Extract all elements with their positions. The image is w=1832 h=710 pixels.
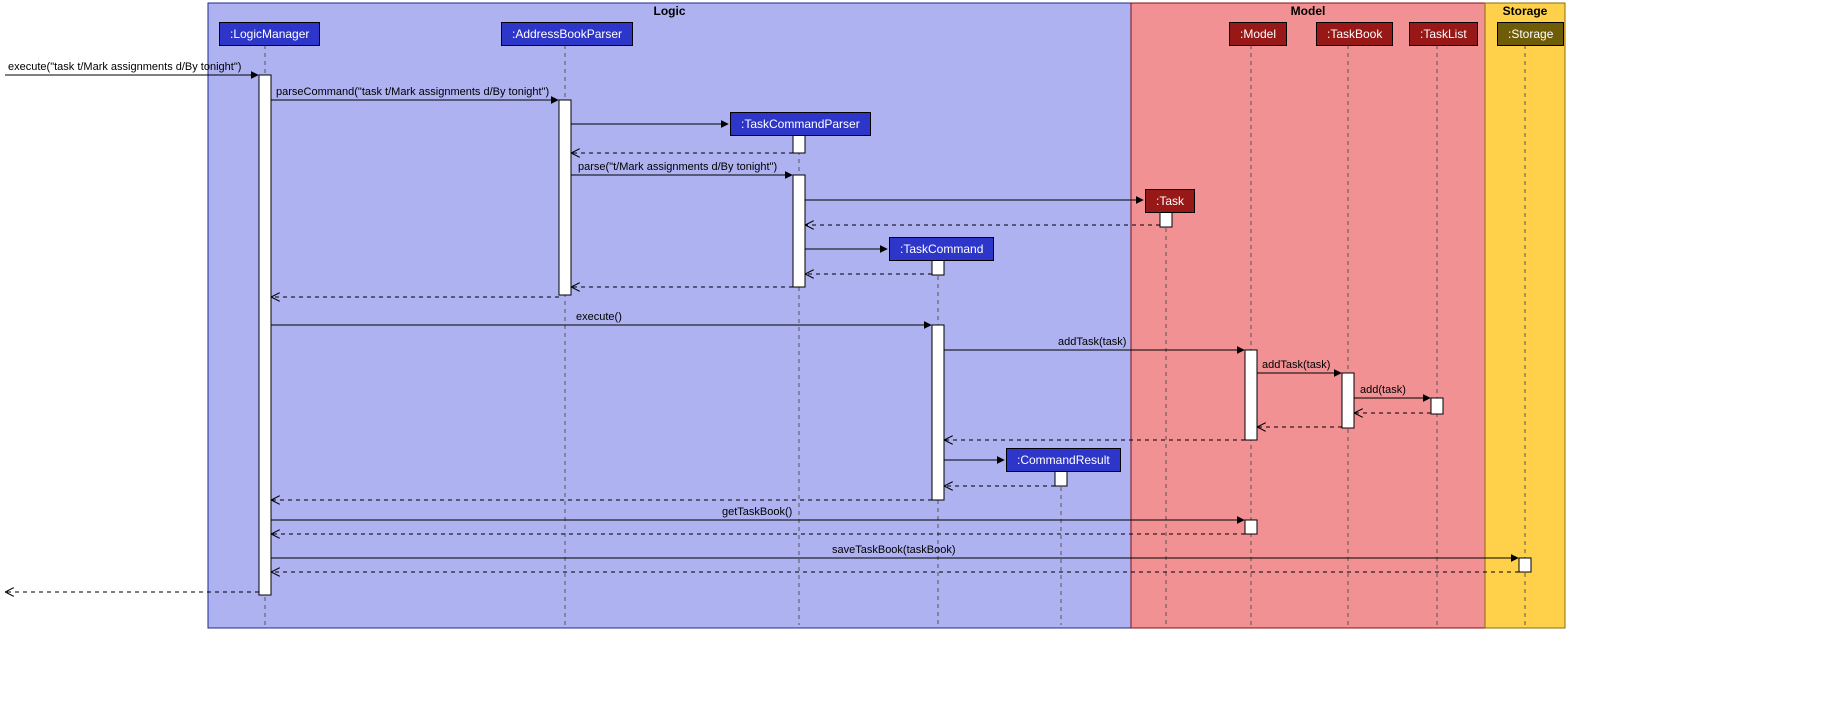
msg-add-task-book: addTask(task) bbox=[1262, 359, 1330, 371]
msg-execute2: execute() bbox=[576, 311, 622, 323]
lifeline-model: :Model bbox=[1229, 22, 1287, 46]
msg-parse-command: parseCommand("task t/Mark assignments d/… bbox=[276, 86, 549, 98]
msg-execute-in: execute("task t/Mark assignments d/By to… bbox=[8, 61, 241, 73]
msg-save-task-book: saveTaskBook(taskBook) bbox=[832, 544, 956, 556]
lifeline-task-list: :TaskList bbox=[1409, 22, 1478, 46]
msg-add-task-model: addTask(task) bbox=[1058, 336, 1126, 348]
sequence-diagram-svg bbox=[0, 0, 1832, 710]
msg-get-task-book: getTaskBook() bbox=[722, 506, 792, 518]
lifeline-storage: :Storage bbox=[1497, 22, 1564, 46]
lifeline-address-book-parser: :AddressBookParser bbox=[501, 22, 633, 46]
region-title-model: Model bbox=[1131, 4, 1485, 18]
lifeline-logic-manager: :LogicManager bbox=[219, 22, 320, 46]
msg-add-list: add(task) bbox=[1360, 384, 1406, 396]
lifeline-task-book: :TaskBook bbox=[1316, 22, 1393, 46]
lifeline-task-command-parser: :TaskCommandParser bbox=[730, 112, 871, 136]
region-title-logic: Logic bbox=[208, 4, 1131, 18]
region-title-storage: Storage bbox=[1485, 4, 1565, 18]
msg-parse: parse("t/Mark assignments d/By tonight") bbox=[578, 161, 777, 173]
lifeline-task-command: :TaskCommand bbox=[889, 237, 994, 261]
lifeline-command-result: :CommandResult bbox=[1006, 448, 1121, 472]
lifeline-task: :Task bbox=[1145, 189, 1195, 213]
